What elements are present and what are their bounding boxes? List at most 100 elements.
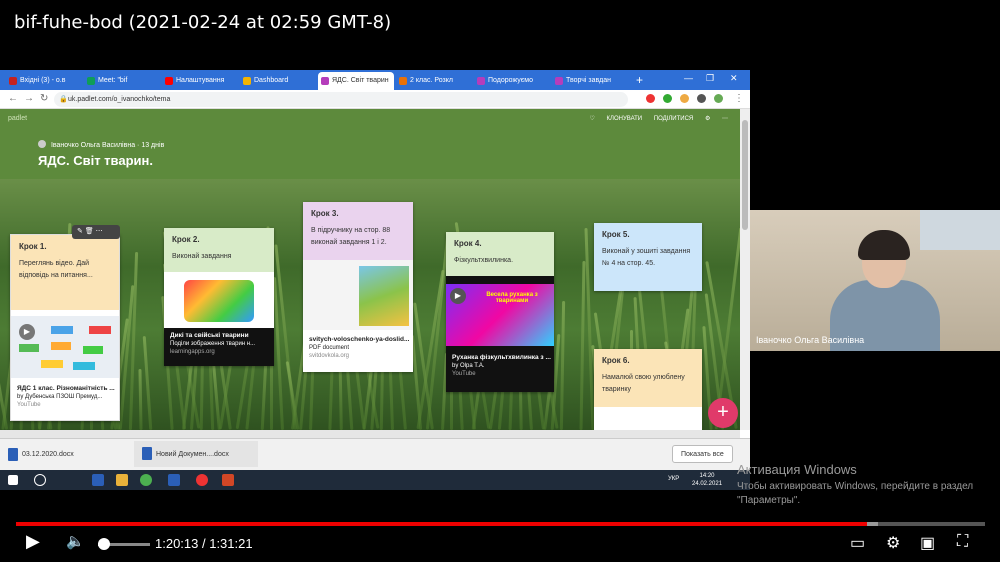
- tab-1[interactable]: Вхідні (3) - о.в: [6, 72, 82, 90]
- card-body: Виконай завдання: [172, 253, 232, 260]
- tab-5[interactable]: ЯДС. Світ тварин: [318, 72, 394, 90]
- menu-icon[interactable]: ⋮: [734, 93, 744, 104]
- download-item-2[interactable]: Новий Докумен....docx: [134, 441, 258, 467]
- fullscreen-icon[interactable]: ⛶: [957, 533, 968, 551]
- author-name: Іваночко Ольга Василівна: [50, 142, 136, 149]
- reload-icon[interactable]: ↻: [40, 93, 48, 104]
- add-post-button[interactable]: +: [708, 398, 738, 428]
- padlet-logo[interactable]: padlet: [8, 115, 27, 122]
- opera-icon[interactable]: [196, 474, 208, 486]
- thumbnail-title: Весела руханка з тваринами: [486, 292, 538, 304]
- shield-extension-icon[interactable]: [663, 94, 672, 103]
- clone-button[interactable]: КЛОНУВАТИ: [607, 116, 643, 122]
- taskbar-clock[interactable]: 14:20 24.02.2021: [692, 472, 722, 488]
- download-item-1[interactable]: 03.12.2020.docx: [0, 445, 128, 465]
- like-icon[interactable]: ♡: [589, 116, 594, 122]
- subtitles-icon[interactable]: ▭: [850, 533, 865, 553]
- board-title: ЯДС. Світ тварин.: [38, 153, 154, 168]
- windows-taskbar: УКР 14:20 24.02.2021: [0, 470, 750, 490]
- windows-activation-title: Активация Windows: [737, 462, 857, 477]
- keyboard-language[interactable]: УКР: [668, 476, 679, 482]
- tab-7[interactable]: Подорожуємо: [474, 72, 550, 90]
- tab-4[interactable]: Dashboard: [240, 72, 316, 90]
- forward-icon[interactable]: →: [24, 93, 34, 104]
- settings-icon[interactable]: ⚙: [886, 533, 900, 553]
- card-body: Переглянь відео. Дай відповідь на питанн…: [19, 260, 93, 279]
- word-app-icon-2[interactable]: [168, 474, 180, 486]
- windows-start-icon[interactable]: [8, 475, 18, 485]
- app-thumbnail[interactable]: [164, 272, 274, 328]
- card-heading: Крок 4.: [454, 239, 482, 248]
- post-card-step-2[interactable]: Крок 2. Виконай завдання Дикі та свійськ…: [164, 228, 274, 366]
- board-age: 13 днів: [141, 142, 165, 149]
- tab-3[interactable]: Налаштування: [162, 72, 238, 90]
- play-icon[interactable]: ▶: [19, 324, 35, 340]
- new-tab-button[interactable]: +: [636, 73, 643, 87]
- maximize-icon[interactable]: ❐: [706, 73, 714, 84]
- play-icon[interactable]: ▶: [450, 288, 466, 304]
- padlet-board: padlet ♡ КЛОНУВАТИ ПОДІЛИТИСЯ ⚙ ⋯ Іваноч…: [0, 109, 740, 430]
- video-thumbnail[interactable]: ▶ Весела руханка з тваринами: [446, 284, 554, 346]
- windows-activation-text: Чтобы активировать Windows, перейдите в …: [737, 481, 974, 506]
- tab-2[interactable]: Meet: "bif: [84, 72, 160, 90]
- post-card-step-6[interactable]: Крок 6. Намалюй свою улюблену тваринку: [594, 349, 702, 430]
- grass-blade: [559, 300, 566, 430]
- card-heading: Крок 3.: [311, 209, 339, 218]
- opera-extension-icon[interactable]: [646, 94, 655, 103]
- played-bar: [16, 522, 867, 526]
- clock-date: 24.02.2021: [692, 481, 723, 487]
- card-caption: ЯДС 1 клас. Різноманітність ... by Дубен…: [17, 385, 115, 409]
- tab-label: 2 клас. Розкл: [410, 77, 453, 84]
- puzzle-icon[interactable]: [697, 94, 706, 103]
- tab-label: Подорожуємо: [488, 77, 533, 84]
- volume-icon[interactable]: 🔈: [66, 532, 85, 550]
- caption-source: YouTube: [17, 402, 41, 408]
- delete-icon[interactable]: 🗑: [85, 228, 94, 235]
- powerpoint-icon[interactable]: [222, 474, 234, 486]
- url-field[interactable]: 🔒 uk.padlet.com/o_ivanochko/tema: [54, 92, 628, 107]
- settings-icon[interactable]: ⚙: [705, 116, 710, 122]
- post-card-step-4[interactable]: Крок 4. Фізкультхвилинка. ▶ Весела рухан…: [446, 232, 554, 392]
- chrome-icon[interactable]: [140, 474, 152, 486]
- card-toolbar: ✎ 🗑 ⋯: [72, 225, 120, 239]
- folder-icon[interactable]: [116, 474, 128, 486]
- post-card-step-3[interactable]: Крок 3. В підручнику на стор. 88 виконай…: [303, 202, 413, 372]
- card-caption: Дикі та свійські тварини Поділи зображен…: [170, 332, 255, 356]
- edit-icon[interactable]: ✎: [77, 228, 83, 235]
- word-doc-icon: [142, 447, 152, 460]
- caption-title: Дикі та свійські тварини: [170, 332, 249, 339]
- back-icon[interactable]: ←: [8, 93, 18, 104]
- card-body: В підручнику на стор. 88 виконай завданн…: [311, 227, 391, 246]
- minimize-icon[interactable]: —: [684, 73, 693, 83]
- author-avatar: [38, 140, 46, 148]
- video-thumbnail[interactable]: ▶: [11, 316, 119, 378]
- show-all-downloads-button[interactable]: Показать все: [672, 445, 733, 463]
- caption-source: svitdovkola.org: [309, 353, 350, 359]
- volume-knob[interactable]: [98, 538, 111, 550]
- tab-favicon: [321, 77, 329, 85]
- profile-avatar[interactable]: [714, 94, 723, 103]
- more-icon[interactable]: ⋯: [96, 228, 103, 235]
- tab-8[interactable]: Творчі завдан: [552, 72, 628, 90]
- share-button[interactable]: ПОДІЛИТИСЯ: [654, 116, 693, 122]
- webcam-video: [750, 210, 1000, 351]
- tab-favicon: [9, 77, 17, 85]
- scrollbar-thumb[interactable]: [742, 120, 748, 230]
- tab-6[interactable]: 2 клас. Розкл: [396, 72, 472, 90]
- extension-icon[interactable]: [680, 94, 689, 103]
- caption-sub: by Olpa T.A.: [452, 363, 485, 369]
- tab-favicon: [87, 77, 95, 85]
- tab-label: Meet: "bif: [98, 77, 128, 84]
- post-card-step-5[interactable]: Крок 5. Виконай у зошиті завдання № 4 на…: [594, 223, 702, 291]
- miniplayer-icon[interactable]: ▣: [920, 533, 935, 553]
- close-icon[interactable]: ✕: [730, 73, 738, 84]
- play-button[interactable]: ▶: [26, 531, 40, 552]
- horizontal-scrollbar[interactable]: [0, 430, 740, 438]
- pdf-thumbnail[interactable]: [303, 260, 413, 330]
- author-line: Іваночко Ольга Василівна · 13 днів: [38, 140, 164, 149]
- grass-blade: [138, 368, 143, 430]
- post-card-step-1[interactable]: Крок 1. Переглянь відео. Дай відповідь н…: [10, 234, 120, 421]
- search-icon[interactable]: [34, 474, 46, 486]
- word-app-icon[interactable]: [92, 474, 104, 486]
- more-icon[interactable]: ⋯: [722, 116, 728, 122]
